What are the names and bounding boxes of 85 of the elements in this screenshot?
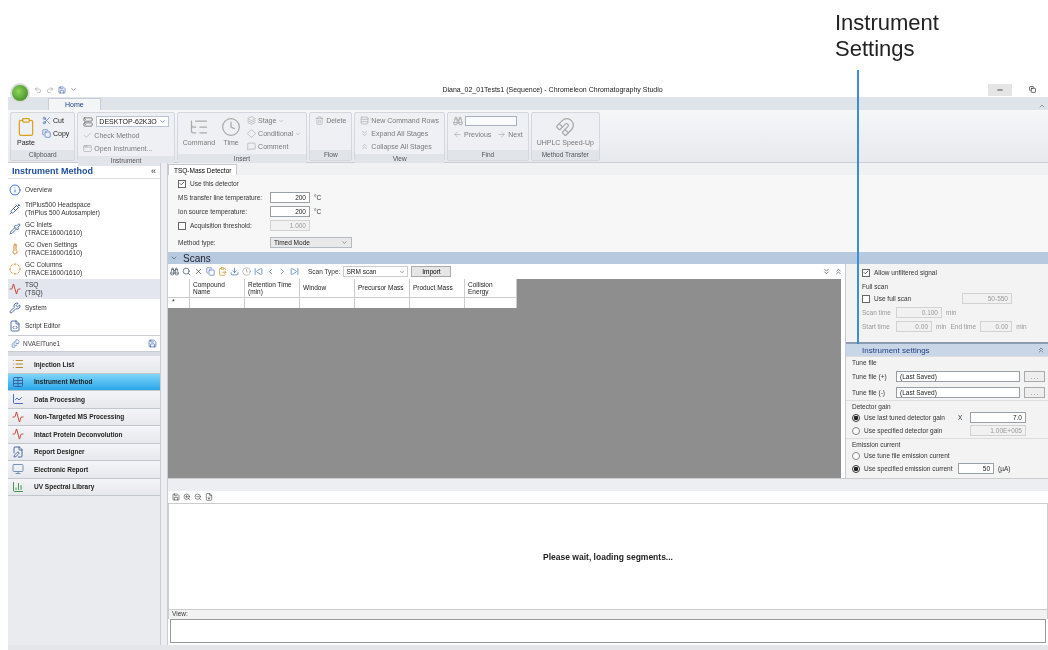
window-icon <box>83 144 93 153</box>
server-icon <box>83 116 94 127</box>
copy-icon[interactable] <box>206 267 215 276</box>
magnet-icon <box>555 117 576 137</box>
binoculars-icon <box>453 116 464 126</box>
save-icon[interactable] <box>148 339 157 348</box>
script-icon <box>9 320 21 332</box>
undo-icon[interactable] <box>34 85 42 94</box>
pen-icon <box>12 445 24 458</box>
restore-icon <box>1028 86 1036 93</box>
clock-icon <box>221 117 242 137</box>
caret-icon <box>278 117 285 124</box>
caret-icon <box>399 268 406 275</box>
copy-icon <box>42 129 51 138</box>
caret-icon <box>341 239 348 246</box>
file-icon <box>11 339 20 348</box>
binoculars-icon[interactable] <box>170 267 179 276</box>
expand-icon <box>360 129 370 138</box>
caret-icon <box>158 118 166 125</box>
ring-icon <box>9 263 21 275</box>
paste-icon[interactable] <box>218 267 227 276</box>
arrow-right-icon <box>497 130 507 139</box>
clipboard-icon <box>16 117 36 137</box>
trash-icon <box>315 116 325 125</box>
monitor-icon <box>12 463 24 476</box>
section-title: Scans <box>183 252 211 264</box>
callout-label: Instrument Settings <box>835 10 940 63</box>
collapse-icon <box>360 142 370 151</box>
radio-button[interactable] <box>852 464 860 473</box>
checkbox[interactable] <box>178 179 186 188</box>
zoom-out-icon[interactable] <box>194 493 202 501</box>
collapse-icon[interactable] <box>834 267 843 276</box>
layers-icon <box>247 116 257 125</box>
column-header <box>168 279 190 298</box>
table-icon <box>12 375 24 388</box>
checkbox[interactable] <box>178 221 186 230</box>
collapse-button[interactable]: « <box>151 165 156 176</box>
previous-icon[interactable] <box>266 267 275 276</box>
export-icon[interactable] <box>205 493 213 501</box>
save-icon[interactable] <box>172 493 180 501</box>
pipette-icon <box>9 223 21 235</box>
collapse-icon[interactable] <box>1037 346 1045 354</box>
search-icon[interactable] <box>182 267 191 276</box>
scissors-icon <box>42 116 51 125</box>
pulse-icon <box>9 283 21 295</box>
info-icon <box>9 184 21 196</box>
view-field[interactable] <box>170 619 1046 643</box>
download-icon[interactable] <box>230 267 239 276</box>
thermometer-icon <box>9 243 21 255</box>
caret-icon[interactable] <box>70 86 77 93</box>
syringe-icon <box>9 203 21 215</box>
caret-icon <box>295 130 302 137</box>
arrow-left-icon <box>453 130 463 139</box>
line-chart-icon <box>12 393 24 406</box>
radio-button[interactable] <box>852 426 860 435</box>
collapse-icon[interactable] <box>170 254 178 262</box>
expand-icon[interactable] <box>822 267 831 276</box>
section-title: Instrument settings <box>862 345 930 355</box>
diamond-icon <box>247 129 257 138</box>
comment-icon <box>247 142 257 151</box>
bar-chart-icon <box>12 480 24 493</box>
first-icon[interactable] <box>254 267 263 276</box>
checkbox[interactable] <box>862 268 870 277</box>
radio-button[interactable] <box>852 451 860 460</box>
list-icon <box>12 358 24 371</box>
loading-message: Please wait, loading segments... <box>543 551 673 562</box>
zoom-in-icon[interactable] <box>183 493 191 501</box>
app-logo[interactable] <box>10 82 30 103</box>
peak-icon <box>12 428 24 441</box>
clock-icon[interactable] <box>242 267 251 276</box>
panel-title: Instrument Method <box>12 165 93 176</box>
check-icon <box>83 131 93 140</box>
redo-icon[interactable] <box>46 85 54 94</box>
collapse-ribbon-icon[interactable] <box>1038 102 1046 110</box>
minimize-button[interactable] <box>988 83 1012 96</box>
rows-icon <box>360 116 370 125</box>
wrench-icon <box>9 302 21 314</box>
save-icon[interactable] <box>58 85 66 94</box>
search-field[interactable] <box>465 116 518 126</box>
next-icon[interactable] <box>278 267 287 276</box>
peak-icon <box>12 410 24 423</box>
delete-icon[interactable] <box>194 267 203 276</box>
checkbox[interactable] <box>862 294 870 303</box>
radio-button[interactable] <box>852 413 860 422</box>
last-icon[interactable] <box>290 267 299 276</box>
